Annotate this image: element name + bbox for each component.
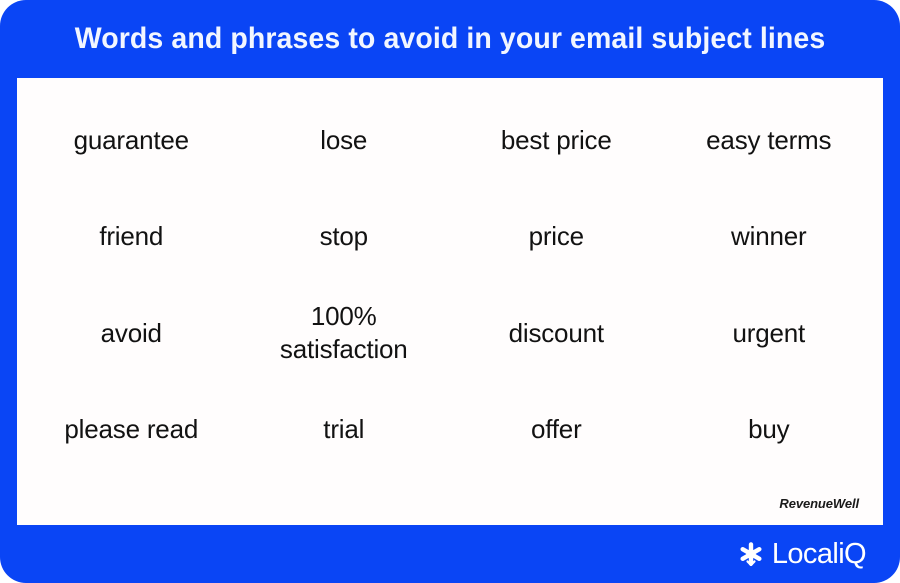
word-label: please read xyxy=(64,414,199,445)
word-cell: price xyxy=(450,189,663,286)
word-label: discount xyxy=(508,317,604,348)
asterisk-flower-icon xyxy=(740,542,762,567)
word-cell: friend xyxy=(25,189,238,286)
word-label: buy xyxy=(748,414,790,445)
content-panel: guarantee lose best price easy terms fri… xyxy=(17,78,883,525)
word-label: best price xyxy=(500,124,612,155)
word-label: urgent xyxy=(732,317,806,348)
word-cell: easy terms xyxy=(663,92,876,189)
word-cell: offer xyxy=(450,382,663,479)
word-cell: trial xyxy=(238,382,451,479)
word-cell: winner xyxy=(663,189,876,286)
word-label: lose xyxy=(320,124,368,155)
title-bar: Words and phrases to avoid in your email… xyxy=(0,0,900,78)
footer-bar: LocaliQ xyxy=(0,525,900,583)
word-label: friend xyxy=(99,221,164,252)
infographic-card: Words and phrases to avoid in your email… xyxy=(0,0,900,583)
word-cell: stop xyxy=(238,189,451,286)
localiq-wordmark: LocaliQ xyxy=(771,537,867,570)
word-cell: 100% satisfaction xyxy=(238,285,451,382)
word-cell: urgent xyxy=(663,285,876,382)
page-title: Words and phrases to avoid in your email… xyxy=(74,22,826,55)
word-label: winner xyxy=(731,221,807,252)
word-grid: guarantee lose best price easy terms fri… xyxy=(17,78,883,478)
word-label: avoid xyxy=(100,317,162,348)
word-cell: lose xyxy=(238,92,451,189)
word-label: 100% satisfaction xyxy=(279,300,408,365)
word-cell: please read xyxy=(25,382,238,479)
word-cell: buy xyxy=(663,382,876,479)
word-label: trial xyxy=(323,414,365,445)
word-label: guarantee xyxy=(73,124,190,155)
word-label: price xyxy=(528,221,585,252)
word-cell: best price xyxy=(450,92,663,189)
word-cell: avoid xyxy=(25,285,238,382)
localiq-logo: LocaliQ xyxy=(737,537,867,570)
word-cell: guarantee xyxy=(25,92,238,189)
word-label: stop xyxy=(319,221,369,252)
attribution-text: RevenueWell xyxy=(779,496,859,511)
word-label: easy terms xyxy=(706,124,832,155)
word-label: offer xyxy=(530,414,582,445)
word-cell: discount xyxy=(450,285,663,382)
